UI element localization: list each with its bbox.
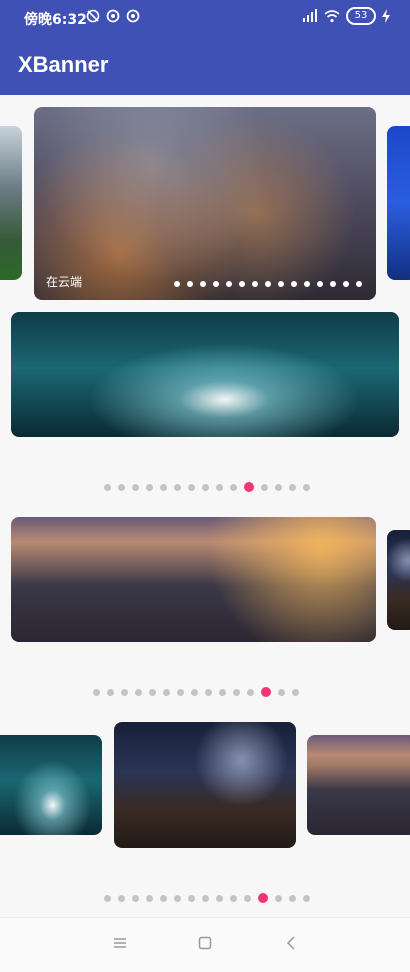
- indicator-dot: [160, 483, 167, 491]
- banner-4-indicator: [104, 893, 310, 903]
- indicator-dot: [278, 688, 285, 696]
- banner-3-current-card[interactable]: [11, 517, 376, 642]
- indicator-dot: [289, 483, 296, 491]
- wifi-icon: [324, 10, 340, 23]
- indicator-dot: [174, 281, 180, 287]
- indicator-dot: [202, 483, 209, 491]
- signal-icon: [303, 9, 317, 22]
- banner-4-next-card[interactable]: [307, 735, 410, 835]
- indicator-dot: [216, 483, 223, 491]
- indicator-dot: [330, 281, 336, 287]
- indicator-dot: [104, 894, 111, 902]
- banner-1-current-card[interactable]: 在云端: [34, 107, 376, 300]
- indicator-dot: [202, 894, 209, 902]
- indicator-dot: [226, 281, 232, 287]
- indicator-dot: [205, 688, 212, 696]
- indicator-dot: [261, 483, 268, 491]
- banner-2-indicator: [104, 482, 310, 492]
- indicator-dot: [219, 688, 226, 696]
- indicator-dot: [275, 483, 282, 491]
- indicator-dot-active: [244, 482, 254, 492]
- indicator-dot: [121, 688, 128, 696]
- indicator-dot: [303, 894, 310, 902]
- indicator-dot: [149, 688, 156, 696]
- indicator-dot: [132, 483, 139, 491]
- indicator-dot: [275, 894, 282, 902]
- status-bar: 傍晚6:32 53: [0, 0, 410, 32]
- banner-4-prev-card[interactable]: [0, 735, 102, 835]
- home-icon[interactable]: [198, 936, 212, 950]
- indicator-dot: [304, 281, 310, 287]
- indicator-dot: [188, 483, 195, 491]
- app-bar: XBanner: [0, 32, 410, 95]
- status-time: 傍晚6:32: [24, 12, 87, 28]
- indicator-dot: [291, 281, 297, 287]
- indicator-dot: [163, 688, 170, 696]
- back-icon[interactable]: [285, 936, 299, 950]
- indicator-dot: [174, 483, 181, 491]
- indicator-dot: [177, 688, 184, 696]
- banner-3-next-card[interactable]: [387, 530, 410, 630]
- notification-icon: [106, 9, 120, 23]
- charging-icon: [382, 9, 390, 23]
- indicator-dot: [239, 281, 245, 287]
- notification-icon: [126, 9, 140, 23]
- banner-1-next-card[interactable]: [387, 126, 410, 280]
- indicator-dot: [93, 688, 100, 696]
- indicator-dot: [278, 281, 284, 287]
- indicator-dot: [146, 894, 153, 902]
- indicator-dot: [174, 894, 181, 902]
- indicator-dot: [244, 894, 251, 902]
- indicator-dot: [213, 281, 219, 287]
- indicator-dot: [230, 483, 237, 491]
- indicator-dot: [118, 894, 125, 902]
- indicator-dot: [292, 688, 299, 696]
- banner-4-current-card[interactable]: [114, 722, 296, 848]
- do-not-disturb-icon: [86, 9, 100, 23]
- indicator-dot: [200, 281, 206, 287]
- indicator-dot: [104, 483, 111, 491]
- navigation-bar: [0, 917, 410, 972]
- indicator-dot: [252, 281, 258, 287]
- banner-1-indicator: [174, 281, 362, 287]
- indicator-dot: [230, 894, 237, 902]
- indicator-dot: [188, 894, 195, 902]
- indicator-dot: [146, 483, 153, 491]
- indicator-dot: [289, 894, 296, 902]
- indicator-dot: [356, 281, 362, 287]
- indicator-dot: [247, 688, 254, 696]
- banner-2-card[interactable]: [11, 312, 399, 437]
- menu-icon[interactable]: [113, 936, 127, 950]
- indicator-dot: [303, 483, 310, 491]
- indicator-dot: [187, 281, 193, 287]
- indicator-dot: [107, 688, 114, 696]
- indicator-dot: [233, 688, 240, 696]
- banner-1-prev-card[interactable]: [0, 126, 22, 280]
- indicator-dot: [216, 894, 223, 902]
- indicator-dot: [317, 281, 323, 287]
- battery-icon: 53: [346, 7, 376, 25]
- indicator-dot: [132, 894, 139, 902]
- banner-caption: 在云端: [46, 275, 83, 289]
- app-title: XBanner: [18, 52, 109, 77]
- indicator-dot: [135, 688, 142, 696]
- banner-3-indicator: [93, 687, 299, 697]
- indicator-dot-active: [258, 893, 268, 903]
- indicator-dot: [343, 281, 349, 287]
- indicator-dot: [118, 483, 125, 491]
- indicator-dot: [265, 281, 271, 287]
- indicator-dot: [160, 894, 167, 902]
- indicator-dot: [191, 688, 198, 696]
- indicator-dot-active: [261, 687, 271, 697]
